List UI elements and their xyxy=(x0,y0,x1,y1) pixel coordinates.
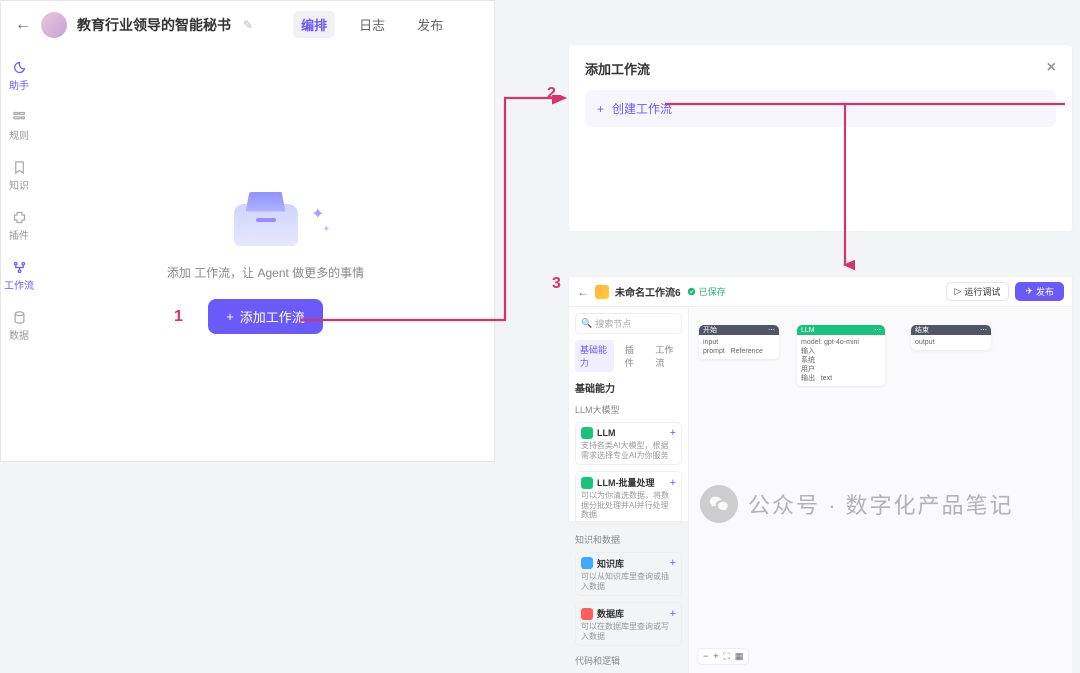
node-palette: 🔍 搜索节点 基础能力 插件 工作流 基础能力 LLM大模型 LLM + 支持各… xyxy=(569,307,689,673)
step-label-1: 1 xyxy=(174,308,183,326)
watermark: 公众号 · 数字化产品笔记 xyxy=(700,485,1014,523)
tab-edit[interactable]: 编排 xyxy=(293,11,335,38)
saved-status: 已保存 xyxy=(687,285,726,298)
send-icon: ✈ xyxy=(1025,286,1033,297)
empty-text: 添加 工作流，让 Agent 做更多的事情 xyxy=(167,264,364,281)
tab-publish[interactable]: 发布 xyxy=(409,11,451,38)
grid-icon[interactable]: ▦ xyxy=(735,651,744,662)
workflow-icon xyxy=(12,260,27,275)
group-knowledge: 知识和数据 xyxy=(575,533,682,546)
node-kb[interactable]: 知识库 + 可以从知识库里查询或插入数据 xyxy=(575,552,682,596)
agent-title: 教育行业领导的智能秘书 xyxy=(77,15,231,35)
plus-icon: + xyxy=(597,102,604,116)
plus-icon[interactable]: + xyxy=(670,608,676,620)
category-tabs: 基础能力 插件 工作流 xyxy=(575,340,682,372)
play-icon: ▷ xyxy=(955,286,962,297)
watermark-text: 公众号 · 数字化产品笔记 xyxy=(748,488,1014,520)
tab-log[interactable]: 日志 xyxy=(351,11,393,38)
cat-tab-plugin[interactable]: 插件 xyxy=(620,340,644,372)
canvas-node-start[interactable]: 开始⋯ inputprompt Reference xyxy=(699,325,779,359)
add-workflow-dialog: 添加工作流 × + 创建工作流 xyxy=(568,44,1073,232)
canvas-node-llm[interactable]: LLM⋯ model: gpt-4o-mini输入系统用户输出 text xyxy=(797,325,885,386)
plus-icon: + xyxy=(226,309,234,324)
create-workflow-button[interactable]: + 创建工作流 xyxy=(585,90,1056,127)
sidebar-item-plugins[interactable]: 插件 xyxy=(9,210,29,242)
puzzle-icon xyxy=(12,210,27,225)
back-icon[interactable]: ← xyxy=(15,16,31,34)
moon-icon xyxy=(12,60,27,75)
sparkle-icon-small: ✦ xyxy=(322,224,330,235)
canvas-node-end[interactable]: 结束⋯ output xyxy=(911,325,991,350)
group-llm: LLM大模型 xyxy=(575,403,682,416)
dialog-title-row: 添加工作流 × xyxy=(585,59,1056,78)
database-icon xyxy=(12,310,27,325)
node-db[interactable]: 数据库 + 可以在数据库里查询或写入数据 xyxy=(575,602,682,646)
debug-button[interactable]: ▷ 运行调试 xyxy=(946,282,1010,301)
search-icon: 🔍 xyxy=(581,318,592,329)
step-label-2: 2 xyxy=(547,85,556,103)
llm-icon xyxy=(581,427,593,439)
sidebar-item-rules[interactable]: 规则 xyxy=(9,110,29,142)
zoom-out-icon[interactable]: − xyxy=(703,651,708,662)
zoom-in-icon[interactable]: + xyxy=(713,651,718,662)
db-icon xyxy=(581,608,593,620)
body: 助手 规则 知识 插件 xyxy=(1,48,494,461)
sidebar-item-workflow[interactable]: 工作流 xyxy=(4,260,34,292)
cat-tab-basic[interactable]: 基础能力 xyxy=(575,340,614,372)
section-title-basic: 基础能力 xyxy=(575,380,682,395)
sidebar-item-assistant[interactable]: 助手 xyxy=(9,60,29,92)
cat-tab-workflow[interactable]: 工作流 xyxy=(650,340,682,372)
empty-illustration: ✦ ✦ xyxy=(221,176,311,246)
wechat-icon xyxy=(700,485,738,523)
back-icon[interactable]: ← xyxy=(577,285,589,299)
header: ← 教育行业领导的智能秘书 ✎ 编排 日志 发布 xyxy=(1,1,494,48)
step-label-3: 3 xyxy=(552,275,561,293)
node-llm-batch[interactable]: LLM-批量处理 + 可以为你清洗数据，将数据分批处理并AI并行处理数据 xyxy=(575,471,682,525)
main-empty-state: ✦ ✦ 添加 工作流，让 Agent 做更多的事情 + 添加工作流 xyxy=(37,48,494,461)
avatar[interactable] xyxy=(41,12,67,38)
kb-icon xyxy=(581,557,593,569)
canvas-toolbar[interactable]: − + ⛶ ▦ xyxy=(697,648,749,665)
plus-icon[interactable]: + xyxy=(670,427,676,439)
left-sidebar: 助手 规则 知识 插件 xyxy=(1,48,37,461)
close-icon[interactable]: × xyxy=(1047,59,1056,78)
plus-icon[interactable]: + xyxy=(670,557,676,569)
dialog-title: 添加工作流 xyxy=(585,59,650,78)
sidebar-item-knowledge[interactable]: 知识 xyxy=(9,160,29,192)
agent-builder-panel: ← 教育行业领导的智能秘书 ✎ 编排 日志 发布 助手 规则 xyxy=(0,0,495,462)
publish-button[interactable]: ✈ 发布 xyxy=(1015,282,1064,301)
editor-actions: ▷ 运行调试 ✈ 发布 xyxy=(946,282,1065,301)
group-code: 代码和逻辑 xyxy=(575,654,682,667)
editor-header: ← 未命名工作流6 已保存 ▷ 运行调试 ✈ 发布 xyxy=(569,277,1072,307)
node-llm[interactable]: LLM + 支持各类AI大模型，根据需求选择专业AI为你服务 xyxy=(575,422,682,465)
sidebar-item-data[interactable]: 数据 xyxy=(9,310,29,342)
search-input[interactable]: 🔍 搜索节点 xyxy=(575,313,682,334)
bookmark-icon xyxy=(12,160,27,175)
sparkle-icon: ✦ xyxy=(311,204,324,224)
workflow-name[interactable]: 未命名工作流6 xyxy=(615,284,681,299)
sliders-icon xyxy=(12,110,27,125)
plus-icon[interactable]: + xyxy=(670,477,676,489)
llm-batch-icon xyxy=(581,477,593,489)
fit-icon[interactable]: ⛶ xyxy=(724,651,730,662)
edit-title-icon[interactable]: ✎ xyxy=(243,18,253,32)
add-workflow-button[interactable]: + 添加工作流 xyxy=(208,299,323,334)
header-tabs: 编排 日志 发布 xyxy=(293,11,451,38)
workflow-badge-icon xyxy=(595,285,609,299)
